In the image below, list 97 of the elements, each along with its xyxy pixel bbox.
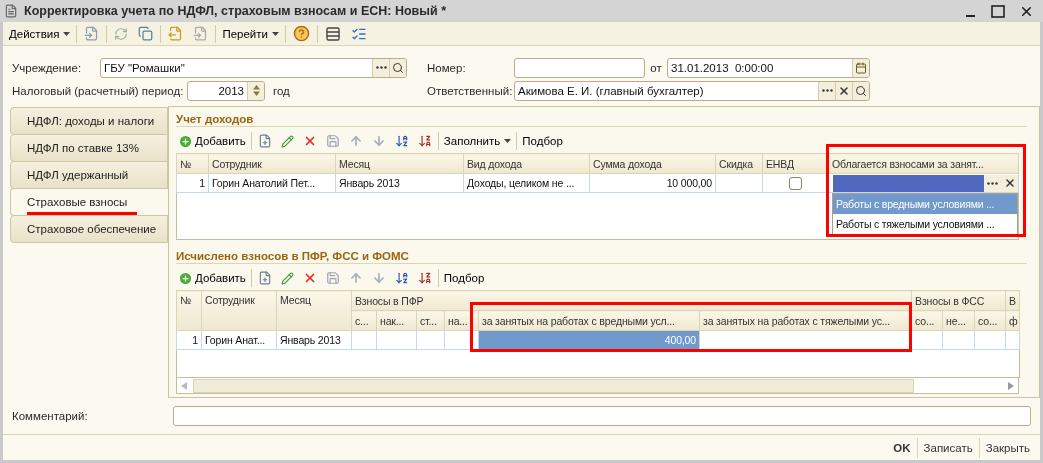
pencil-icon	[280, 134, 294, 148]
field-label: Учреждение:	[12, 61, 83, 74]
search-icon	[392, 61, 404, 74]
add-icon	[178, 133, 193, 149]
document-arrow-icon	[84, 26, 100, 41]
help-icon	[292, 25, 310, 42]
caret-icon	[271, 31, 279, 36]
add-button[interactable]: Добавить	[176, 270, 248, 286]
sort-descending-icon	[417, 134, 432, 148]
sort-ascending-icon	[394, 271, 409, 285]
table-cell: 1	[176, 173, 209, 193]
search-icon	[855, 84, 867, 97]
institution-field[interactable]: ГБУ "Ромашки"	[100, 57, 407, 78]
sort-descending-icon	[417, 271, 432, 285]
tab[interactable]: Страховое обеспечение	[10, 215, 168, 243]
ellipsis-icon	[821, 89, 833, 92]
select-button[interactable]: Подбор	[441, 272, 487, 284]
refresh-icon	[114, 26, 129, 41]
column-header: №	[176, 290, 202, 331]
number-field[interactable]	[514, 57, 645, 78]
ellipsis-icon	[987, 181, 998, 185]
column-header: Вид дохода	[463, 153, 590, 174]
copy-icon	[257, 271, 272, 285]
search-button[interactable]	[852, 81, 869, 100]
field-label: Ответственный:	[427, 84, 514, 97]
field-label: Налоговый (расчетный) период:	[12, 84, 185, 97]
field-label: Номер:	[427, 61, 467, 74]
search-button[interactable]	[389, 58, 406, 77]
calendar-icon	[855, 61, 867, 74]
cell-editor[interactable]	[833, 174, 1018, 192]
horizontal-scrollbar[interactable]	[176, 378, 1019, 394]
tab[interactable]: НДФЛ удержанный	[10, 161, 168, 189]
save-icon	[325, 271, 340, 285]
tab[interactable]: НДФЛ: доходы и налоги	[10, 107, 168, 135]
column-header: Облагается взносами за занят...	[828, 153, 1019, 174]
column-group-header: Взносы в ФСС	[911, 290, 1006, 311]
clear-button[interactable]	[1001, 174, 1018, 192]
goto-menu[interactable]: Перейти	[220, 27, 281, 40]
sort-ascending-icon	[394, 134, 409, 148]
table-cell: Горин Анатолий Пет...	[208, 173, 336, 193]
checkbox[interactable]	[789, 176, 802, 190]
caret-icon	[63, 31, 71, 36]
rows-icon	[324, 25, 341, 42]
column-header: №	[176, 153, 209, 174]
table-cell: 1	[176, 330, 202, 350]
column-header: Месяц	[335, 153, 464, 174]
footer-button[interactable]: OK	[887, 437, 917, 458]
field-label: Комментарий:	[12, 410, 89, 422]
choose-button[interactable]	[984, 174, 1001, 192]
date-field[interactable]: 31.01.2013 0:00:00	[667, 57, 870, 78]
document-import-icon	[193, 26, 209, 41]
column-header: ЕНВД	[762, 153, 829, 174]
copy-icon	[257, 134, 272, 148]
footer-button[interactable]: Записать	[916, 437, 979, 458]
column-header: Сотрудник	[208, 153, 336, 174]
tab[interactable]: НДФЛ по ставке 13%	[10, 134, 168, 162]
copy-icon	[138, 26, 154, 41]
clear-button[interactable]	[835, 81, 852, 100]
maximize-icon	[991, 4, 1005, 18]
window-title: Корректировка учета по НДФЛ, страховым взносам и ЕСН: Новый *	[24, 4, 447, 18]
save-icon	[325, 134, 340, 148]
field-label: от	[649, 61, 663, 74]
section-title: Учет доходов	[176, 112, 254, 125]
actions-menu[interactable]: Действия	[7, 27, 73, 40]
table-cell: Январь 2013	[335, 173, 464, 193]
table-cell: 10 000,00	[589, 173, 716, 193]
table-cell: Январь 2013	[276, 330, 352, 350]
select-button[interactable]: Подбор	[520, 135, 565, 147]
fill-menu[interactable]: Заполнить	[441, 135, 514, 147]
tab[interactable]: Страховые взносы	[10, 188, 168, 216]
table-cell: Горин Анат...	[201, 330, 277, 350]
add-button[interactable]: Добавить	[176, 133, 248, 149]
spin-icon	[252, 85, 260, 96]
caret-icon	[504, 139, 512, 143]
ellipsis-icon	[375, 66, 387, 69]
pencil-icon	[280, 271, 294, 285]
responsible-field[interactable]: Акимова Е. И. (главный бухгалтер)	[514, 80, 870, 101]
column-header: Сотрудник	[201, 290, 277, 331]
add-icon	[178, 270, 193, 286]
close-icon	[1003, 177, 1016, 189]
column-header: Месяц	[276, 290, 352, 331]
period-field[interactable]: 2013	[187, 80, 265, 101]
close-icon	[838, 84, 850, 97]
choose-button[interactable]	[818, 81, 835, 100]
document-icon	[4, 4, 18, 18]
section-title: Исчислено взносов в ПФР, ФСС и ФОМС	[176, 249, 409, 262]
minimize-icon	[965, 15, 975, 17]
calendar-button[interactable]	[852, 58, 869, 77]
column-header: Сумма дохода	[589, 153, 716, 174]
unit-label: год	[273, 84, 290, 97]
footer-button[interactable]: Закрыть	[978, 437, 1036, 458]
table-cell: Доходы, целиком не ...	[463, 173, 590, 193]
spin-button[interactable]	[247, 81, 264, 100]
comment-field[interactable]	[173, 406, 1031, 426]
column-header: Скидка	[715, 153, 763, 174]
document-export-icon	[168, 26, 184, 41]
choose-button[interactable]	[372, 58, 389, 77]
